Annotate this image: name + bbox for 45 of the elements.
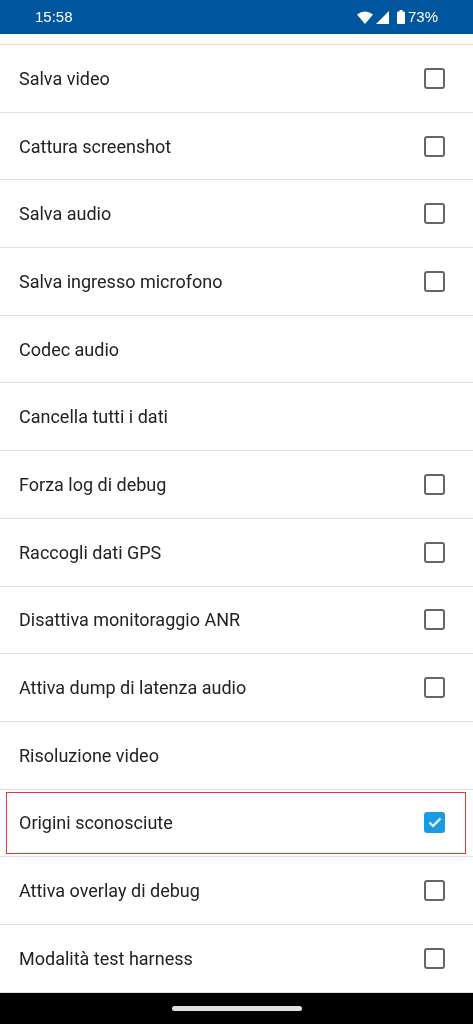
setting-row[interactable]: Salva audio — [0, 180, 473, 249]
setting-label[interactable]: Cancella tutti i dati — [19, 403, 445, 431]
checkbox[interactable] — [424, 541, 445, 563]
setting-row[interactable]: Raccogli dati GPS — [0, 518, 473, 587]
setting-label[interactable]: Disattiva monitoraggio ANR — [19, 606, 424, 634]
setting-label[interactable]: Origini sconosciute — [19, 809, 424, 837]
setting-row[interactable]: Risoluzione video — [0, 721, 473, 790]
checkbox[interactable] — [424, 812, 445, 834]
setting-row[interactable]: Attiva dump di latenza audio — [0, 654, 473, 722]
checkbox[interactable] — [424, 203, 445, 225]
setting-row[interactable]: Salva video — [0, 45, 473, 113]
setting-label[interactable]: Codec audio — [19, 335, 445, 363]
checkbox[interactable] — [424, 677, 445, 699]
setting-row[interactable]: Disattiva monitoraggio ANR — [0, 586, 473, 655]
battery-icon — [396, 10, 405, 24]
setting-row[interactable]: Codec audio — [0, 315, 473, 384]
setting-label[interactable]: Modalità test harness — [19, 944, 424, 972]
checkbox[interactable] — [424, 880, 445, 902]
checkbox[interactable] — [424, 473, 445, 495]
setting-row[interactable]: Forza log di debug — [0, 451, 473, 519]
wifi-icon — [356, 10, 373, 24]
checkbox[interactable] — [424, 67, 445, 89]
home-handle[interactable] — [171, 1005, 302, 1011]
setting-row[interactable]: Cattura screenshot — [0, 112, 473, 181]
setting-row[interactable]: Cancella tutti i dati — [0, 383, 473, 452]
setting-label[interactable]: Attiva overlay di debug — [19, 877, 424, 905]
setting-row[interactable]: Salva ingresso microfono — [0, 248, 473, 316]
setting-row[interactable]: Attiva overlay di debug — [0, 857, 473, 925]
clock: 15:58 — [35, 6, 73, 27]
setting-label[interactable]: Raccogli dati GPS — [19, 538, 424, 566]
checkbox[interactable] — [424, 270, 445, 292]
checkbox[interactable] — [424, 947, 445, 969]
setting-label[interactable]: Salva video — [19, 64, 424, 92]
check-icon — [427, 817, 442, 829]
setting-label[interactable]: Forza log di debug — [19, 470, 424, 498]
setting-row[interactable]: Modalità test harness — [0, 924, 473, 993]
checkbox[interactable] — [424, 609, 445, 631]
checkbox[interactable] — [424, 135, 445, 157]
signal-icon — [375, 10, 389, 24]
setting-label[interactable]: Risoluzione video — [19, 741, 445, 769]
battery-percentage: 73% — [407, 6, 438, 27]
setting-label[interactable]: Attiva dump di latenza audio — [19, 674, 424, 702]
setting-label[interactable]: Salva ingresso microfono — [19, 267, 424, 295]
setting-label[interactable]: Cattura screenshot — [19, 132, 424, 160]
setting-label[interactable]: Salva audio — [19, 200, 424, 228]
